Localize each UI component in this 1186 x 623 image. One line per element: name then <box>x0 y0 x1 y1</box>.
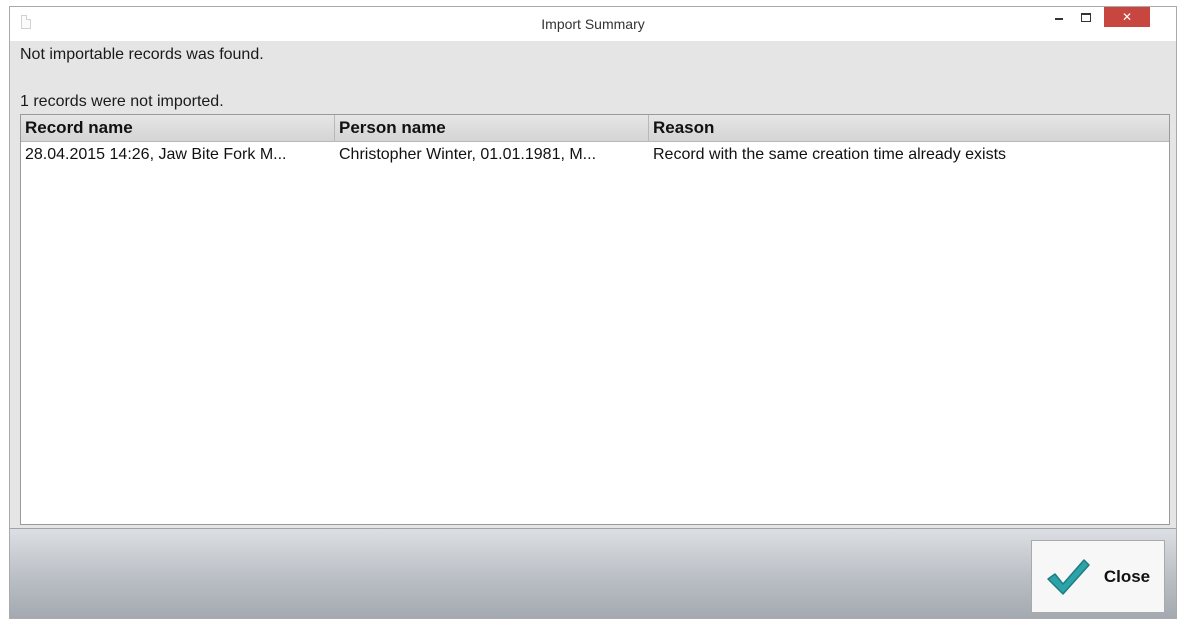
table-header: Record name Person name Reason <box>21 115 1169 142</box>
import-summary-window: Import Summary ✕ Not importable records … <box>9 6 1177 619</box>
close-icon: ✕ <box>1121 10 1133 24</box>
minimize-icon <box>1055 18 1063 20</box>
column-header-person-name[interactable]: Person name <box>335 115 649 141</box>
title-bar: Import Summary ✕ <box>10 7 1176 41</box>
window-close-button[interactable]: ✕ <box>1104 7 1150 27</box>
column-header-record-name[interactable]: Record name <box>21 115 335 141</box>
results-table: Record name Person name Reason 28.04.201… <box>20 114 1170 525</box>
minimize-button[interactable] <box>1046 7 1072 27</box>
column-header-reason[interactable]: Reason <box>649 115 1169 141</box>
not-imported-count: 1 records were not imported. <box>20 93 224 110</box>
close-button[interactable]: Close <box>1031 540 1165 613</box>
footer-bar: Close <box>10 528 1176 618</box>
maximize-button[interactable] <box>1073 7 1099 27</box>
table-row[interactable]: 28.04.2015 14:26, Jaw Bite Fork M... Chr… <box>21 142 1169 168</box>
checkmark-icon <box>1047 558 1090 595</box>
window-title: Import Summary <box>541 16 645 32</box>
cell-reason: Record with the same creation time alrea… <box>653 146 1007 163</box>
cell-record-name: 28.04.2015 14:26, Jaw Bite Fork M... <box>25 146 287 163</box>
maximize-icon <box>1081 12 1091 22</box>
close-button-label: Close <box>1103 566 1151 586</box>
status-message: Not importable records was found. <box>20 46 264 63</box>
cell-person-name: Christopher Winter, 01.01.1981, M... <box>339 146 597 163</box>
